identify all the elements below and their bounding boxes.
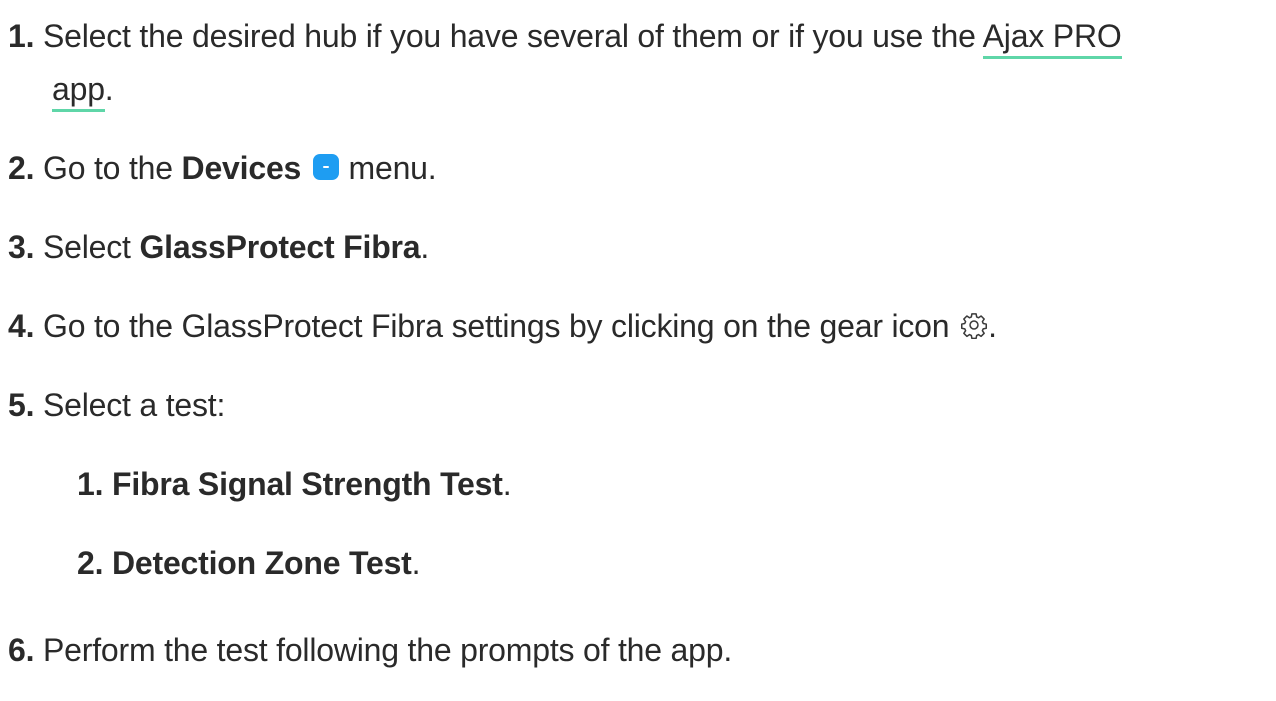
instructions-list: 1. Select the desired hub if you have se…: [0, 0, 1276, 701]
step-text-post: .: [988, 308, 997, 344]
step-2: 2. Go to the Devices menu.: [8, 148, 437, 188]
ajax-pro-app-link-part1[interactable]: Ajax PRO: [982, 18, 1122, 59]
step-text: Go to the GlassProtect Fibra settings by…: [43, 308, 959, 344]
step-3: 3. Select GlassProtect Fibra.: [8, 227, 429, 267]
ajax-pro-app-link-part2[interactable]: app: [52, 71, 105, 112]
step-text-tail: .: [104, 71, 114, 107]
step-text: Perform the test following the prompts o…: [43, 632, 733, 668]
substep-label: Detection Zone Test: [112, 545, 412, 581]
step-5: 5. Select a test:: [8, 385, 225, 425]
step-text: Select: [43, 229, 140, 265]
step-number: 5.: [8, 387, 35, 423]
step-number: 3.: [8, 229, 35, 265]
step-text: Select a test:: [43, 387, 226, 423]
gear-icon: [961, 313, 988, 339]
step-1: 1. Select the desired hub if you have se…: [8, 16, 1122, 59]
step-6: 6. Perform the test following the prompt…: [8, 630, 732, 670]
substep-label: Fibra Signal Strength Test: [112, 466, 503, 502]
devices-icon: [312, 154, 339, 180]
substep-number: 1.: [77, 466, 104, 502]
step-number: 2.: [8, 150, 35, 186]
step-text: Select the desired hub if you have sever…: [43, 18, 983, 54]
step-number: 4.: [8, 308, 35, 344]
substep-post: .: [411, 545, 421, 581]
substep-number: 2.: [77, 545, 104, 581]
device-name: GlassProtect Fibra: [139, 229, 421, 265]
step-4: 4. Go to the GlassProtect Fibra settings…: [8, 306, 997, 346]
devices-label: Devices: [181, 150, 302, 186]
substep-2: 2. Detection Zone Test.: [77, 543, 421, 583]
step-number: 6.: [8, 632, 35, 668]
step-text: Go to the: [43, 150, 182, 186]
step-text-post: menu.: [339, 150, 437, 186]
step-text-post: .: [420, 229, 430, 265]
step-number: 1.: [8, 18, 35, 54]
substep-1: 1. Fibra Signal Strength Test.: [77, 464, 512, 504]
substep-post: .: [502, 466, 512, 502]
step-1-continued: app.: [52, 69, 114, 112]
